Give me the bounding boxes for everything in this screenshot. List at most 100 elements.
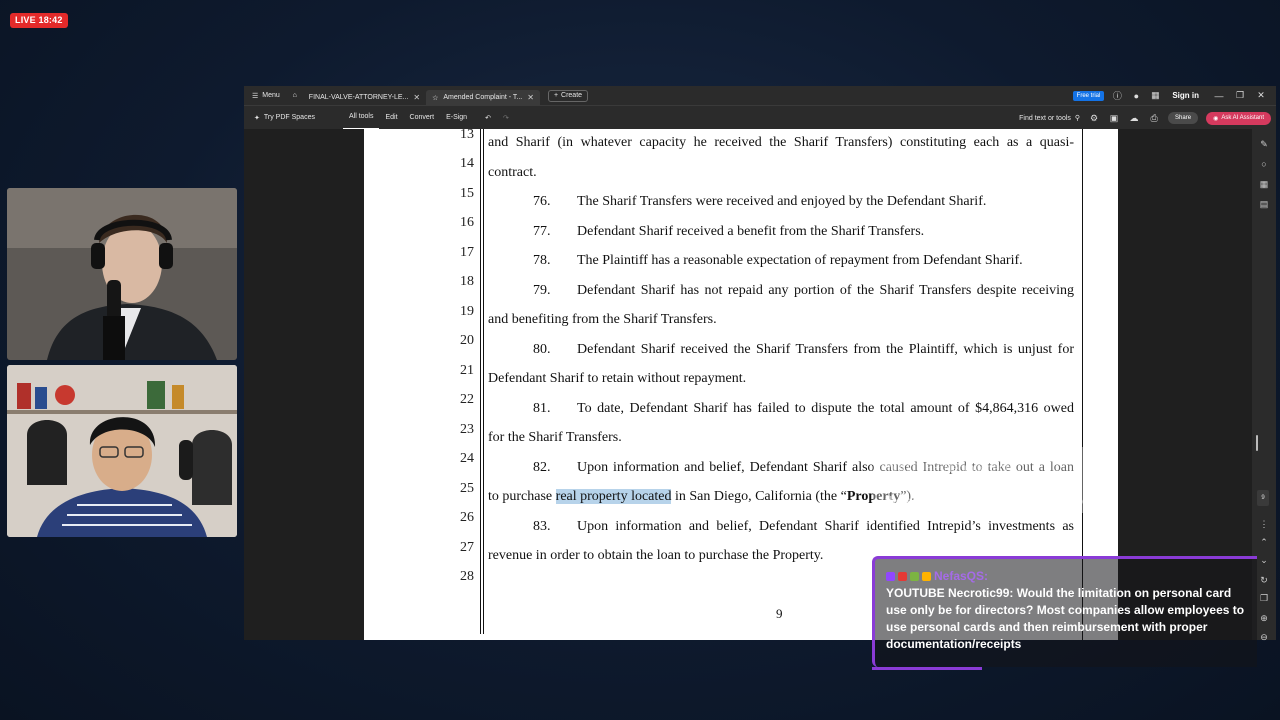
apps-grid-icon[interactable]: ▦ xyxy=(1149,90,1161,102)
paragraph-text: The Sharif Transfers were received and e… xyxy=(577,194,987,209)
upload-icon[interactable]: ☁ xyxy=(1128,112,1140,124)
line-number: 25 xyxy=(460,481,474,496)
line-number: 16 xyxy=(460,215,474,230)
chat-message: NefasQS: YOUTUBE Necrotic99: Would the l… xyxy=(872,556,1257,670)
attachments-icon[interactable]: ○ xyxy=(1259,159,1269,169)
margin-rule xyxy=(480,129,481,634)
ai-assistant-icon: ◉ xyxy=(1213,115,1219,122)
line-number: 24 xyxy=(460,451,474,466)
text-line: contract. xyxy=(488,165,537,180)
create-button[interactable]: + Create xyxy=(547,89,589,102)
chevron-up-icon[interactable]: ⌃ xyxy=(1259,537,1269,547)
zoom-out-icon[interactable]: ⊖ xyxy=(1259,632,1269,642)
minimize-icon[interactable]: — xyxy=(1212,91,1226,101)
pages-icon[interactable]: ▤ xyxy=(1259,199,1269,209)
paragraph-number: 76. xyxy=(533,194,551,209)
paragraph-number: 79. xyxy=(533,283,551,298)
help-icon[interactable]: ⓘ xyxy=(1111,90,1123,102)
copy-icon[interactable]: ❐ xyxy=(1259,593,1269,603)
title-bar: ☰ Menu ⌂ FINAL-VALVE-ATTORNEY-LE... ✕ ☆ … xyxy=(244,86,1276,105)
undo-button[interactable]: ↶ xyxy=(479,106,497,130)
youtube-badge-icon xyxy=(898,571,907,581)
free-trial-button[interactable]: Free trial xyxy=(1072,90,1105,101)
create-label: Create xyxy=(561,92,583,99)
bell-icon[interactable]: ● xyxy=(1130,90,1142,102)
line-number: 20 xyxy=(460,333,474,348)
paragraph-text: The Plaintiff has a reasonable expectati… xyxy=(577,253,1023,268)
line-number: 21 xyxy=(460,363,474,378)
line-number: 14 xyxy=(460,156,474,171)
redo-button[interactable]: ↷ xyxy=(497,106,515,130)
chat-text: YOUTUBE Necroticbent: there is no way th… xyxy=(885,479,1105,508)
page-number: 9 xyxy=(776,606,783,621)
text-line: and benefiting from the Sharif Transfers… xyxy=(488,312,717,327)
page-total-icon: ⋮ xyxy=(1259,519,1269,529)
sign-in-link[interactable]: Sign in xyxy=(1172,91,1199,100)
close-tab-icon[interactable]: ✕ xyxy=(527,93,534,102)
paragraph-number: 81. xyxy=(533,401,551,416)
plus-icon: + xyxy=(553,92,559,99)
tab-edit[interactable]: Edit xyxy=(379,106,403,130)
margin-rule xyxy=(483,129,484,634)
refresh-icon[interactable]: ↻ xyxy=(1259,575,1269,585)
scrollbar-thumb[interactable] xyxy=(1256,435,1258,451)
chat-username: NefasQS: xyxy=(934,569,989,583)
twitch-badge-icon xyxy=(886,571,895,581)
paragraph-77: 77. Defendant Sharif received a benefit f… xyxy=(488,224,1074,240)
paragraph-78: 78. The Plaintiff has a reasonable expect… xyxy=(488,253,1074,269)
line-number: 17 xyxy=(460,245,474,260)
comment-icon[interactable]: ✎ xyxy=(1259,139,1269,149)
paragraph-number: 82. xyxy=(533,460,551,475)
home-button[interactable]: ⌂ xyxy=(287,86,303,105)
restore-icon[interactable]: ❐ xyxy=(1233,90,1247,101)
paragraph-number: 77. xyxy=(533,224,551,239)
line-number: 26 xyxy=(460,510,474,525)
ask-ai-assistant-button[interactable]: ◉ Ask AI Assistant xyxy=(1206,111,1271,125)
undo-icon: ↶ xyxy=(485,114,491,122)
line-number: 23 xyxy=(460,422,474,437)
tab-label: Amended Complaint - T... xyxy=(443,94,523,101)
spaces-icon: ✦ xyxy=(254,114,260,122)
paragraph-number: 80. xyxy=(533,342,551,357)
paragraph-76: 76. The Sharif Transfers were received an… xyxy=(488,194,1074,210)
tab-final-valve[interactable]: FINAL-VALVE-ATTORNEY-LE... ✕ xyxy=(303,90,426,105)
tab-esign[interactable]: E-Sign xyxy=(440,106,473,130)
tab-label: FINAL-VALVE-ATTORNEY-LE... xyxy=(308,94,409,101)
find-text-tools[interactable]: Find text or tools ⚲ xyxy=(1019,106,1080,130)
close-window-icon[interactable]: ✕ xyxy=(1254,90,1268,101)
chevron-down-icon[interactable]: ⌄ xyxy=(1259,555,1269,565)
chat-username: YOUTUBE Necroticbent: xyxy=(885,463,1012,475)
paragraph-80: 80. Defendant Sharif received the Sharif … xyxy=(488,342,1074,358)
line-number: 15 xyxy=(460,186,474,201)
text-line: and Sharif (in whatever capacity he rece… xyxy=(488,135,1074,150)
bookmark-icon[interactable]: ▦ xyxy=(1259,179,1269,189)
text-segment: in San Diego, California (the “ xyxy=(671,489,847,504)
ai-sparkle-icon[interactable]: ⚙ xyxy=(1088,112,1100,124)
line-number: 19 xyxy=(460,304,474,319)
share-button[interactable]: Share xyxy=(1168,112,1199,124)
paragraph-79: 79. Defendant Sharif has not repaid any p… xyxy=(488,283,1074,299)
text-segment: to purchase xyxy=(488,489,556,504)
current-page-box[interactable]: 9 xyxy=(1257,490,1269,506)
paragraph-text: To date, Defendant Sharif has failed to … xyxy=(577,401,1074,416)
tab-convert[interactable]: Convert xyxy=(404,106,441,130)
text-line: Defendant Sharif to retain without repay… xyxy=(488,371,747,386)
star-icon: ☆ xyxy=(432,94,439,102)
find-label: Find text or tools xyxy=(1019,114,1071,122)
try-pdf-spaces-button[interactable]: ✦ Try PDF Spaces xyxy=(244,106,321,130)
line-number: 28 xyxy=(460,569,474,584)
chat-text: YOUTUBE Necrotic99: Would the limitation… xyxy=(886,586,1245,651)
chat-message-fading: YOUTUBE Necroticbent: YOUTUBE Necroticbe… xyxy=(873,447,1118,513)
paragraph-text: Upon information and belief, Defendant S… xyxy=(577,519,1074,534)
zoom-in-icon[interactable]: ⊕ xyxy=(1259,613,1269,623)
menu-button[interactable]: ☰ Menu xyxy=(244,86,287,105)
print-icon[interactable]: ⎙ xyxy=(1148,112,1160,124)
tab-all-tools[interactable]: All tools xyxy=(342,106,380,130)
highlighted-selection[interactable]: real property located xyxy=(555,489,672,504)
live-badge: LIVE 18:42 xyxy=(10,13,68,28)
close-tab-icon[interactable]: ✕ xyxy=(413,93,420,102)
tab-amended-complaint[interactable]: ☆ Amended Complaint - T... ✕ xyxy=(426,90,540,105)
line-number: 18 xyxy=(460,274,474,289)
line-number: 22 xyxy=(460,392,474,407)
save-icon[interactable]: ▣ xyxy=(1108,112,1120,124)
